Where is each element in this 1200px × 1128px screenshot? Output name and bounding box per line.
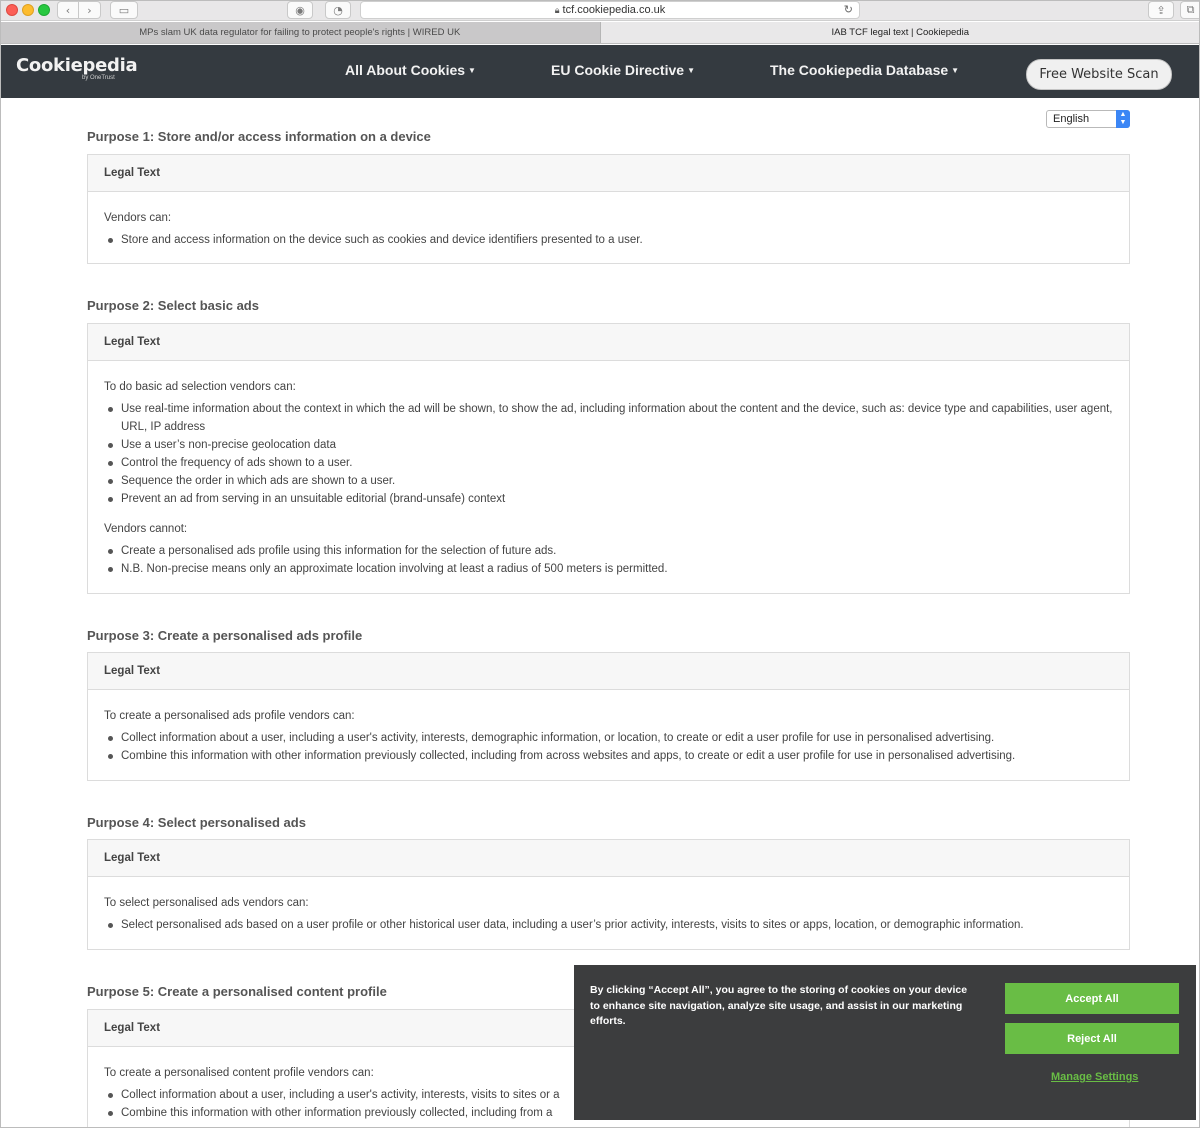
close-window-button[interactable] bbox=[6, 4, 18, 16]
address-bar[interactable]: 🔒︎ tcf.cookiepedia.co.uk ↻ bbox=[360, 1, 860, 19]
list-item: Store and access information on the devi… bbox=[104, 231, 1113, 249]
card-intro: Vendors can: bbox=[104, 212, 172, 224]
card-body: Vendors can: Store and access informatio… bbox=[88, 192, 1129, 249]
forward-button[interactable]: › bbox=[79, 1, 101, 19]
purpose-title: Purpose 2: Select basic ads bbox=[87, 298, 259, 313]
nav-label: EU Cookie Directive bbox=[551, 62, 685, 78]
chevron-right-icon: › bbox=[87, 3, 92, 17]
list-item: Use real-time information about the cont… bbox=[104, 400, 1113, 436]
nav-label: All About Cookies bbox=[345, 62, 466, 78]
card-intro: To create a personalised ads profile ven… bbox=[104, 710, 355, 722]
list-item: Sequence the order in which ads are show… bbox=[104, 472, 1113, 490]
list-item: Combine this information with other info… bbox=[104, 747, 1113, 765]
reader-icon: ◉ bbox=[295, 3, 305, 17]
reject-all-button[interactable]: Reject All bbox=[1005, 1023, 1179, 1054]
list-item: Create a personalised ads profile using … bbox=[104, 542, 1113, 560]
card-header: Legal Text bbox=[88, 324, 1129, 361]
card-body: To select personalised ads vendors can: … bbox=[88, 877, 1129, 934]
card-header: Legal Text bbox=[88, 653, 1129, 690]
share-button[interactable]: ⇪ bbox=[1148, 1, 1174, 19]
list-item: Select personalised ads based on a user … bbox=[104, 916, 1113, 934]
sidebar-toggle-button[interactable]: ▭ bbox=[110, 1, 138, 19]
card-header: Legal Text bbox=[88, 155, 1129, 192]
card-body: To create a personalised ads profile ven… bbox=[88, 690, 1129, 765]
card-intro: To do basic ad selection vendors can: bbox=[104, 381, 296, 393]
select-arrows-icon: ▲ ▼ bbox=[1116, 110, 1130, 128]
tab-title: MPs slam UK data regulator for failing t… bbox=[139, 27, 461, 38]
cookie-consent-banner: By clicking “Accept All”, you agree to t… bbox=[574, 965, 1196, 1120]
tab-overview-button[interactable]: ⧉ bbox=[1180, 1, 1200, 19]
list-item: N.B. Non-precise means only an approxima… bbox=[104, 560, 1113, 578]
language-select[interactable]: English ▲ ▼ bbox=[1046, 110, 1130, 128]
rss-button[interactable]: ◔ bbox=[325, 1, 351, 19]
purpose-title: Purpose 3: Create a personalised ads pro… bbox=[87, 628, 363, 643]
sidebar-icon: ▭ bbox=[118, 3, 130, 17]
bullet-list: Create a personalised ads profile using … bbox=[104, 542, 1113, 578]
language-value: English bbox=[1053, 113, 1090, 125]
nav-cookiepedia-database[interactable]: The Cookiepedia Database ▼ bbox=[770, 62, 959, 78]
legal-text-card: Legal Text To create a personalised ads … bbox=[87, 652, 1130, 781]
tab-title: IAB TCF legal text | Cookiepedia bbox=[831, 27, 969, 38]
list-item: Use a user’s non-precise geolocation dat… bbox=[104, 436, 1113, 454]
back-button[interactable]: ‹ bbox=[57, 1, 79, 19]
legal-text-card: Legal Text Vendors can: Store and access… bbox=[87, 154, 1130, 264]
site-header: Cookiepedia by OneTrust All About Cookie… bbox=[0, 45, 1200, 98]
nav-label: The Cookiepedia Database bbox=[770, 62, 949, 78]
bullet-list: Select personalised ads based on a user … bbox=[104, 916, 1113, 934]
minimize-window-button[interactable] bbox=[22, 4, 34, 16]
tabs-icon: ⧉ bbox=[1186, 3, 1195, 16]
browser-tab[interactable]: MPs slam UK data regulator for failing t… bbox=[0, 22, 601, 43]
cookie-consent-text: By clicking “Accept All”, you agree to t… bbox=[590, 984, 968, 1027]
cookiepedia-logo[interactable]: Cookiepedia bbox=[16, 55, 138, 76]
browser-toolbar: ‹ › ▭ ◉ ◔ 🔒︎ tcf.cookiepedia.co.uk ↻ ⇪ ⧉ bbox=[0, 0, 1200, 21]
bullet-list: Store and access information on the devi… bbox=[104, 231, 1113, 249]
lock-icon: 🔒︎ bbox=[554, 4, 560, 15]
chevron-left-icon: ‹ bbox=[65, 3, 71, 17]
nav-eu-cookie-directive[interactable]: EU Cookie Directive ▼ bbox=[551, 62, 695, 78]
manage-settings-link[interactable]: Manage Settings bbox=[1051, 1071, 1138, 1083]
tab-bar: MPs slam UK data regulator for failing t… bbox=[0, 22, 1200, 44]
reader-button[interactable]: ◉ bbox=[287, 1, 313, 19]
card-header: Legal Text bbox=[88, 840, 1129, 877]
rss-icon: ◔ bbox=[333, 3, 343, 17]
nav-all-about-cookies[interactable]: All About Cookies ▼ bbox=[345, 62, 476, 78]
share-icon: ⇪ bbox=[1156, 3, 1166, 17]
card-intro: To select personalised ads vendors can: bbox=[104, 897, 309, 909]
purpose-title: Purpose 4: Select personalised ads bbox=[87, 815, 306, 830]
bullet-list: Use real-time information about the cont… bbox=[104, 400, 1113, 508]
legal-text-card: Legal Text To select personalised ads ve… bbox=[87, 839, 1130, 950]
list-item: Prevent an ad from serving in an unsuita… bbox=[104, 490, 1113, 508]
logo-byline: by OneTrust bbox=[82, 75, 115, 81]
list-item: Control the frequency of ads shown to a … bbox=[104, 454, 1113, 472]
caret-down-icon: ▼ bbox=[951, 66, 960, 75]
purpose-title: Purpose 5: Create a personalised content… bbox=[87, 984, 387, 999]
list-item: Collect information about a user, includ… bbox=[104, 729, 1113, 747]
reload-icon[interactable]: ↻ bbox=[844, 2, 853, 18]
free-website-scan-button[interactable]: Free Website Scan bbox=[1026, 59, 1172, 90]
legal-text-card: Legal Text To do basic ad selection vend… bbox=[87, 323, 1130, 594]
purpose-title: Purpose 1: Store and/or access informati… bbox=[87, 129, 431, 144]
caret-down-icon: ▼ bbox=[687, 66, 695, 75]
zoom-window-button[interactable] bbox=[38, 4, 50, 16]
url-text: tcf.cookiepedia.co.uk bbox=[562, 4, 666, 16]
accept-all-button[interactable]: Accept All bbox=[1005, 983, 1179, 1014]
card-body: To do basic ad selection vendors can: Us… bbox=[88, 361, 1129, 578]
browser-tab-active[interactable]: IAB TCF legal text | Cookiepedia bbox=[600, 22, 1200, 43]
card-intro: Vendors cannot: bbox=[104, 523, 188, 535]
caret-down-icon: ▼ bbox=[468, 66, 476, 75]
bullet-list: Collect information about a user, includ… bbox=[104, 729, 1113, 765]
